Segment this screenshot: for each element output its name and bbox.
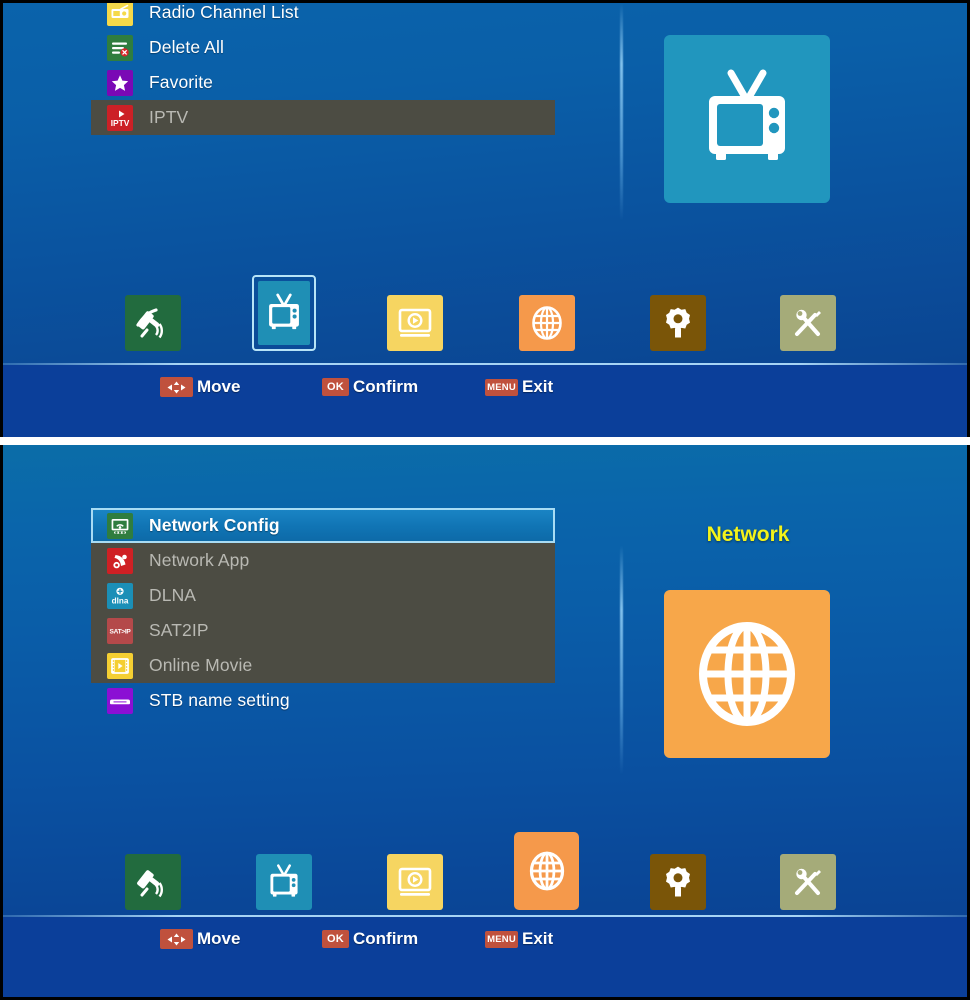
category-dock <box>3 271 967 363</box>
menu-key-label: MENU <box>485 378 518 396</box>
dock-item-tv[interactable] <box>252 275 316 351</box>
network-config-icon <box>107 512 133 539</box>
ok-key-label: OK <box>322 930 349 948</box>
hint-exit: MENU Exit <box>485 377 553 397</box>
hint-label: Confirm <box>353 377 419 396</box>
sat2ip-icon: SAT>IP <box>107 617 133 644</box>
radio-icon <box>107 3 133 26</box>
menu-key-label: MENU <box>485 930 518 948</box>
dpad-key-icon <box>160 929 193 949</box>
menu-item-stb-name-setting[interactable]: STB name setting <box>91 683 555 718</box>
menu-item-iptv[interactable]: IPTV IPTV <box>91 100 555 135</box>
satellite-icon <box>125 854 181 910</box>
media-icon <box>387 854 443 910</box>
svg-text:SAT>IP: SAT>IP <box>110 628 132 635</box>
iptv-icon: IPTV <box>107 104 133 131</box>
menu-item-label: DLNA <box>149 585 197 605</box>
hint-confirm: OK Confirm <box>322 929 418 949</box>
dock-item-satellite[interactable] <box>125 295 181 351</box>
preview-network-icon-box <box>664 590 830 758</box>
menu-item-online-movie[interactable]: Online Movie <box>91 648 555 683</box>
category-dock <box>3 830 967 922</box>
menu-item-label: Radio Channel List <box>149 2 299 22</box>
dock-item-network[interactable] <box>519 295 575 351</box>
menu-item-label: Online Movie <box>149 655 253 675</box>
menu-item-network-config[interactable]: Network Config <box>91 508 555 543</box>
hint-label: Confirm <box>353 929 419 948</box>
dock-item-settings[interactable] <box>650 295 706 351</box>
menu-item-label: SAT2IP <box>149 620 209 640</box>
menu-item-label: IPTV <box>149 107 189 127</box>
ok-key-label: OK <box>322 378 349 396</box>
dock-item-media-player[interactable] <box>387 295 443 351</box>
dock-item-media-player[interactable] <box>387 854 443 910</box>
tools-icon <box>780 854 836 910</box>
dock-item-tv[interactable] <box>256 854 312 910</box>
menu-item-radio-channel-list[interactable]: Radio Channel List <box>91 2 555 30</box>
hint-move: Move <box>160 377 240 397</box>
globe-icon <box>519 295 575 351</box>
footer-hint-bar: Move OK Confirm MENU Exit <box>3 365 967 437</box>
satellite-icon <box>125 295 181 351</box>
stb-icon <box>107 687 133 714</box>
dock-item-satellite[interactable] <box>125 854 181 910</box>
preview-title: Network <box>706 523 790 546</box>
gear-icon <box>650 854 706 910</box>
delete-all-icon <box>107 34 133 61</box>
hint-confirm: OK Confirm <box>322 377 418 397</box>
gear-icon <box>650 295 706 351</box>
footer-hint-bar: Move OK Confirm MENU Exit <box>3 917 967 997</box>
star-icon <box>107 69 133 96</box>
tv-icon <box>256 854 312 910</box>
dlna-icon: dlna <box>107 582 133 609</box>
dock-item-tools[interactable] <box>780 854 836 910</box>
media-icon <box>387 295 443 351</box>
hint-label: Move <box>197 377 241 396</box>
menu-item-label: Delete All <box>149 37 224 57</box>
menu-item-network-app[interactable]: Network App <box>91 543 555 578</box>
panel-divider <box>620 3 623 221</box>
menu-item-label: STB name setting <box>149 690 290 710</box>
dock-item-network[interactable] <box>514 832 579 910</box>
menu-item-label: Network Config <box>149 515 280 535</box>
network-menu-panel: Network Config Network App dlna DLNA SAT… <box>0 445 970 1000</box>
svg-text:IPTV: IPTV <box>111 118 130 128</box>
dpad-key-icon <box>160 377 193 397</box>
svg-text:dlna: dlna <box>112 596 129 605</box>
hint-exit: MENU Exit <box>485 929 553 949</box>
channel-menu-panel: Radio Channel List Delete All Favorite I… <box>0 0 970 437</box>
hint-move: Move <box>160 929 240 949</box>
hint-label: Move <box>197 929 241 948</box>
hint-label: Exit <box>522 929 554 948</box>
preview-tv-icon-box <box>664 35 830 203</box>
menu-item-dlna[interactable]: dlna DLNA <box>91 578 555 613</box>
globe-icon <box>514 832 579 910</box>
tv-icon <box>709 69 785 160</box>
tv-icon <box>258 281 310 345</box>
network-app-icon <box>107 547 133 574</box>
panel-divider <box>620 545 623 775</box>
globe-icon <box>699 622 795 726</box>
dock-item-tools[interactable] <box>780 295 836 351</box>
menu-item-sat2ip[interactable]: SAT>IP SAT2IP <box>91 613 555 648</box>
menu-item-favorite[interactable]: Favorite <box>91 65 555 100</box>
dock-item-settings[interactable] <box>650 854 706 910</box>
menu-item-delete-all[interactable]: Delete All <box>91 30 555 65</box>
network-menu-list: Network Config Network App dlna DLNA SAT… <box>91 508 555 718</box>
menu-item-label: Network App <box>149 550 250 570</box>
tools-icon <box>780 295 836 351</box>
menu-item-label: Favorite <box>149 72 214 92</box>
channel-menu-list: Radio Channel List Delete All Favorite I… <box>91 2 555 135</box>
hint-label: Exit <box>522 377 554 396</box>
online-movie-icon <box>107 652 133 679</box>
